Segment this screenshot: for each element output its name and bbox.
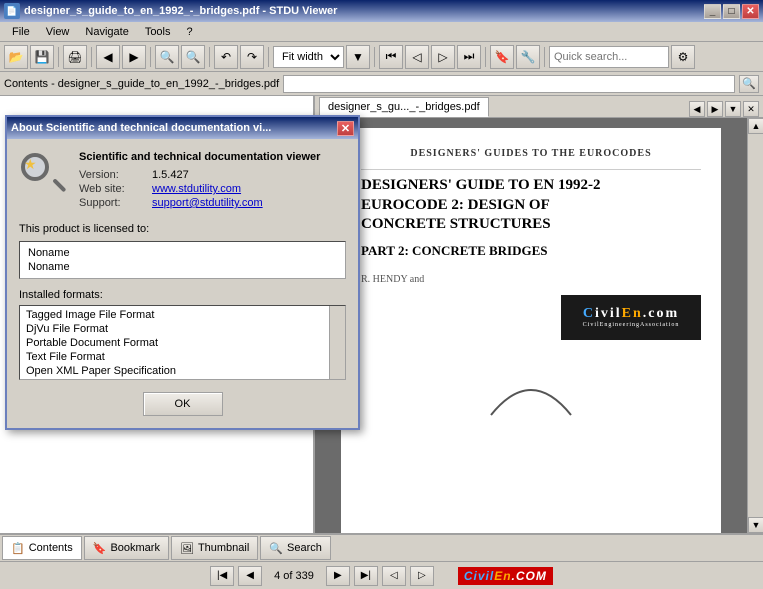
mag-star: ★ bbox=[24, 156, 37, 173]
licensed-name-2: Noname bbox=[28, 260, 337, 274]
licensed-to-label: This product is licensed to: bbox=[19, 223, 346, 235]
dialog-content: ★ Scientific and technical documentation… bbox=[7, 139, 358, 428]
website-link[interactable]: www.stdutility.com bbox=[152, 183, 241, 195]
licensed-box: Noname Noname bbox=[19, 241, 346, 279]
format-pdf[interactable]: Portable Document Format bbox=[22, 336, 343, 350]
product-name: Scientific and technical documentation v… bbox=[79, 151, 346, 163]
support-row: Support: support@stdutility.com bbox=[79, 197, 346, 209]
format-djvu[interactable]: DjVu File Format bbox=[22, 322, 343, 336]
dialog-title-text: About Scientific and technical documenta… bbox=[11, 122, 271, 134]
version-row: Version: 1.5.427 bbox=[79, 169, 346, 181]
dialog-footer: OK bbox=[19, 392, 346, 416]
formats-scrollbar[interactable] bbox=[329, 306, 345, 379]
dialog-icon: ★ bbox=[19, 151, 67, 199]
licensed-name-1: Noname bbox=[28, 246, 337, 260]
website-row: Web site: www.stdutility.com bbox=[79, 183, 346, 195]
format-text[interactable]: Text File Format bbox=[22, 350, 343, 364]
version-label: Version: bbox=[79, 169, 144, 181]
dialog-title-bar: About Scientific and technical documenta… bbox=[7, 117, 358, 139]
magnifier-icon: ★ bbox=[19, 151, 67, 199]
version-value: 1.5.427 bbox=[152, 169, 189, 181]
mag-handle bbox=[52, 178, 66, 192]
format-xps[interactable]: Open XML Paper Specification bbox=[22, 364, 343, 378]
website-label: Web site: bbox=[79, 183, 144, 195]
about-dialog: About Scientific and technical documenta… bbox=[5, 115, 360, 430]
ok-button[interactable]: OK bbox=[143, 392, 223, 416]
dialog-overlay: About Scientific and technical documenta… bbox=[0, 0, 763, 589]
format-tiff[interactable]: Tagged Image File Format bbox=[22, 308, 343, 322]
dialog-info: Scientific and technical documentation v… bbox=[79, 151, 346, 211]
dialog-close-button[interactable]: ✕ bbox=[337, 121, 354, 136]
support-label: Support: bbox=[79, 197, 144, 209]
support-link[interactable]: support@stdutility.com bbox=[152, 197, 263, 209]
installed-formats-label: Installed formats: bbox=[19, 289, 346, 301]
formats-box[interactable]: Tagged Image File Format DjVu File Forma… bbox=[19, 305, 346, 380]
dialog-header: ★ Scientific and technical documentation… bbox=[19, 151, 346, 211]
